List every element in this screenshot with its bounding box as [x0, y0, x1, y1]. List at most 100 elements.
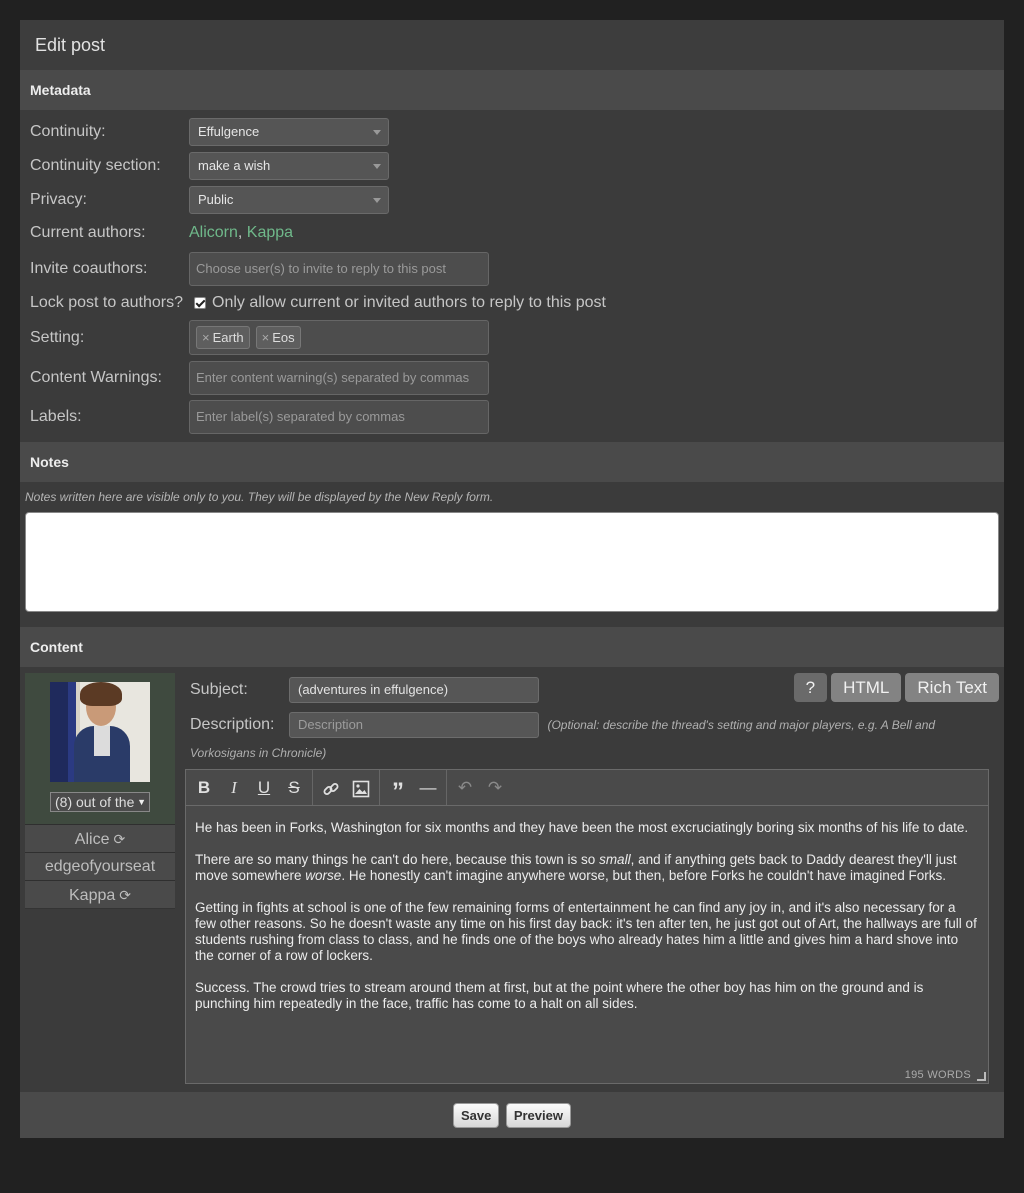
- privacy-value: Public: [198, 192, 234, 207]
- subject-input[interactable]: (adventures in effulgence): [289, 677, 539, 703]
- text-run: There are so many things he can't do her…: [195, 852, 600, 867]
- content-warnings-label: Content Warnings:: [30, 369, 162, 386]
- continuity-section-select[interactable]: make a wish: [189, 152, 389, 180]
- swap-icon[interactable]: ⟳: [113, 831, 125, 847]
- paragraph: Getting in fights at school is one of th…: [195, 900, 977, 963]
- history-group: ↶ ↷: [447, 770, 513, 805]
- description-row: Description: Description (Optional: descr…: [190, 711, 999, 767]
- continuity-value: Effulgence: [198, 124, 260, 139]
- invite-coauthors-input[interactable]: Choose user(s) to invite to reply to thi…: [189, 252, 489, 286]
- metadata-form: Continuity: Effulgence Continuity sectio…: [20, 110, 1004, 442]
- editor-content[interactable]: He has been in Forks, Washington for six…: [186, 806, 988, 1066]
- chevron-down-icon: [373, 130, 381, 135]
- form-footer: Save Preview: [20, 1092, 1004, 1138]
- continuity-label: Continuity:: [30, 123, 106, 140]
- setting-input[interactable]: × Earth × Eos: [189, 320, 489, 355]
- character-name: edgeofyourseat: [44, 858, 156, 875]
- link-icon[interactable]: [316, 770, 346, 806]
- character-item-edgeofyourseat[interactable]: edgeofyourseat: [25, 852, 175, 880]
- character-selector: (8) out of the ▼ Alice ⟳ edgeofyourseat K…: [25, 673, 175, 909]
- lock-post-text: Only allow current or invited authors to…: [212, 294, 606, 311]
- edit-post-panel: Edit post Metadata Continuity: Effulgenc…: [20, 20, 1004, 1138]
- notes-header: Notes: [20, 442, 1004, 482]
- page-title: Edit post: [20, 20, 1004, 70]
- block-group: ” —: [380, 770, 447, 805]
- continuity-section-value: make a wish: [198, 158, 271, 173]
- word-count: 195 WORDS: [904, 1069, 971, 1081]
- resize-handle-icon[interactable]: [977, 1072, 986, 1081]
- content-header: Content: [20, 627, 1004, 667]
- strikethrough-icon[interactable]: S: [279, 770, 309, 806]
- description-label: Description:: [190, 716, 275, 733]
- content-warnings-input[interactable]: Enter content warning(s) separated by co…: [189, 361, 489, 395]
- horizontal-rule-icon[interactable]: —: [413, 770, 443, 806]
- current-authors-label: Current authors:: [30, 224, 146, 241]
- lock-post-checkbox-row[interactable]: Only allow current or invited authors to…: [194, 294, 606, 312]
- format-group: B I U S: [186, 770, 313, 805]
- underline-icon[interactable]: U: [249, 770, 279, 806]
- setting-tag-earth: × Earth: [196, 326, 250, 349]
- emphasis: small: [599, 852, 631, 867]
- privacy-label: Privacy:: [30, 191, 87, 208]
- redo-icon[interactable]: ↷: [480, 770, 510, 806]
- chevron-down-icon: ▼: [135, 793, 146, 811]
- save-button[interactable]: Save: [453, 1103, 500, 1128]
- editor-toolbar: B I U S ” — ↶ ↷: [186, 770, 988, 806]
- remove-tag-icon[interactable]: ×: [202, 330, 210, 345]
- html-mode-button[interactable]: HTML: [831, 673, 902, 702]
- tag-label: Eos: [272, 330, 295, 345]
- undo-icon[interactable]: ↶: [450, 770, 480, 806]
- continuity-select[interactable]: Effulgence: [189, 118, 389, 146]
- emphasis: worse: [305, 868, 342, 883]
- setting-tag-eos: × Eos: [255, 326, 301, 349]
- character-name: Kappa: [69, 887, 116, 904]
- insert-group: [313, 770, 380, 805]
- text-run: . He honestly can't imagine anywhere wor…: [341, 868, 947, 883]
- character-item-alice[interactable]: Alice ⟳: [25, 824, 175, 852]
- help-button[interactable]: ?: [793, 673, 828, 702]
- labels-input[interactable]: Enter label(s) separated by commas: [189, 400, 489, 434]
- preview-button[interactable]: Preview: [505, 1103, 571, 1128]
- rich-text-mode-button[interactable]: Rich Text: [905, 673, 999, 702]
- bold-icon[interactable]: B: [189, 770, 219, 806]
- alias-select[interactable]: (8) out of the ▼: [50, 792, 150, 812]
- chevron-down-icon: [373, 164, 381, 169]
- avatar-hair-shape: [80, 682, 122, 706]
- description-input[interactable]: Description: [289, 711, 539, 738]
- paragraph: There are so many things he can't do her…: [195, 852, 979, 884]
- alias-value: (8) out of the: [55, 794, 135, 810]
- lock-post-label: Lock post to authors?: [30, 294, 183, 311]
- character-icon-area: (8) out of the ▼: [25, 673, 175, 824]
- editor-mode-buttons: ? HTML Rich Text: [793, 673, 999, 702]
- chevron-down-icon: [373, 198, 381, 203]
- labels-label: Labels:: [30, 408, 82, 425]
- current-authors: Alicorn, Kappa: [189, 224, 293, 242]
- italic-icon[interactable]: I: [219, 770, 249, 806]
- paragraph: He has been in Forks, Washington for six…: [195, 820, 969, 835]
- subject-label: Subject:: [190, 681, 248, 698]
- post-editor[interactable]: B I U S ” — ↶ ↷ He has been in Forks, Wa…: [185, 769, 989, 1084]
- avatar[interactable]: [50, 682, 150, 782]
- swap-icon[interactable]: ⟳: [119, 887, 131, 903]
- author-link-kappa[interactable]: Kappa: [247, 224, 293, 241]
- notes-hint: Notes written here are visible only to y…: [25, 490, 494, 504]
- metadata-header: Metadata: [20, 70, 1004, 110]
- setting-label: Setting:: [30, 328, 85, 346]
- avatar-shirt-shape: [94, 726, 110, 756]
- blockquote-icon[interactable]: ”: [383, 770, 413, 806]
- notes-section: Notes written here are visible only to y…: [20, 482, 1004, 627]
- paragraph: Success. The crowd tries to stream aroun…: [195, 980, 924, 1011]
- character-item-kappa[interactable]: Kappa ⟳: [25, 880, 175, 908]
- lock-post-checkbox[interactable]: [194, 297, 206, 309]
- remove-tag-icon[interactable]: ×: [262, 330, 270, 345]
- image-icon[interactable]: [346, 770, 376, 806]
- reply-form: ? HTML Rich Text Subject: (adventures in…: [185, 673, 999, 1084]
- author-link-alicorn[interactable]: Alicorn: [189, 224, 238, 241]
- content-section: (8) out of the ▼ Alice ⟳ edgeofyourseat K…: [20, 667, 1004, 1089]
- tag-label: Earth: [212, 330, 244, 345]
- invite-coauthors-label: Invite coauthors:: [30, 260, 148, 277]
- notes-textarea[interactable]: [25, 512, 999, 612]
- author-separator: ,: [237, 224, 247, 241]
- continuity-section-label: Continuity section:: [30, 157, 161, 174]
- privacy-select[interactable]: Public: [189, 186, 389, 214]
